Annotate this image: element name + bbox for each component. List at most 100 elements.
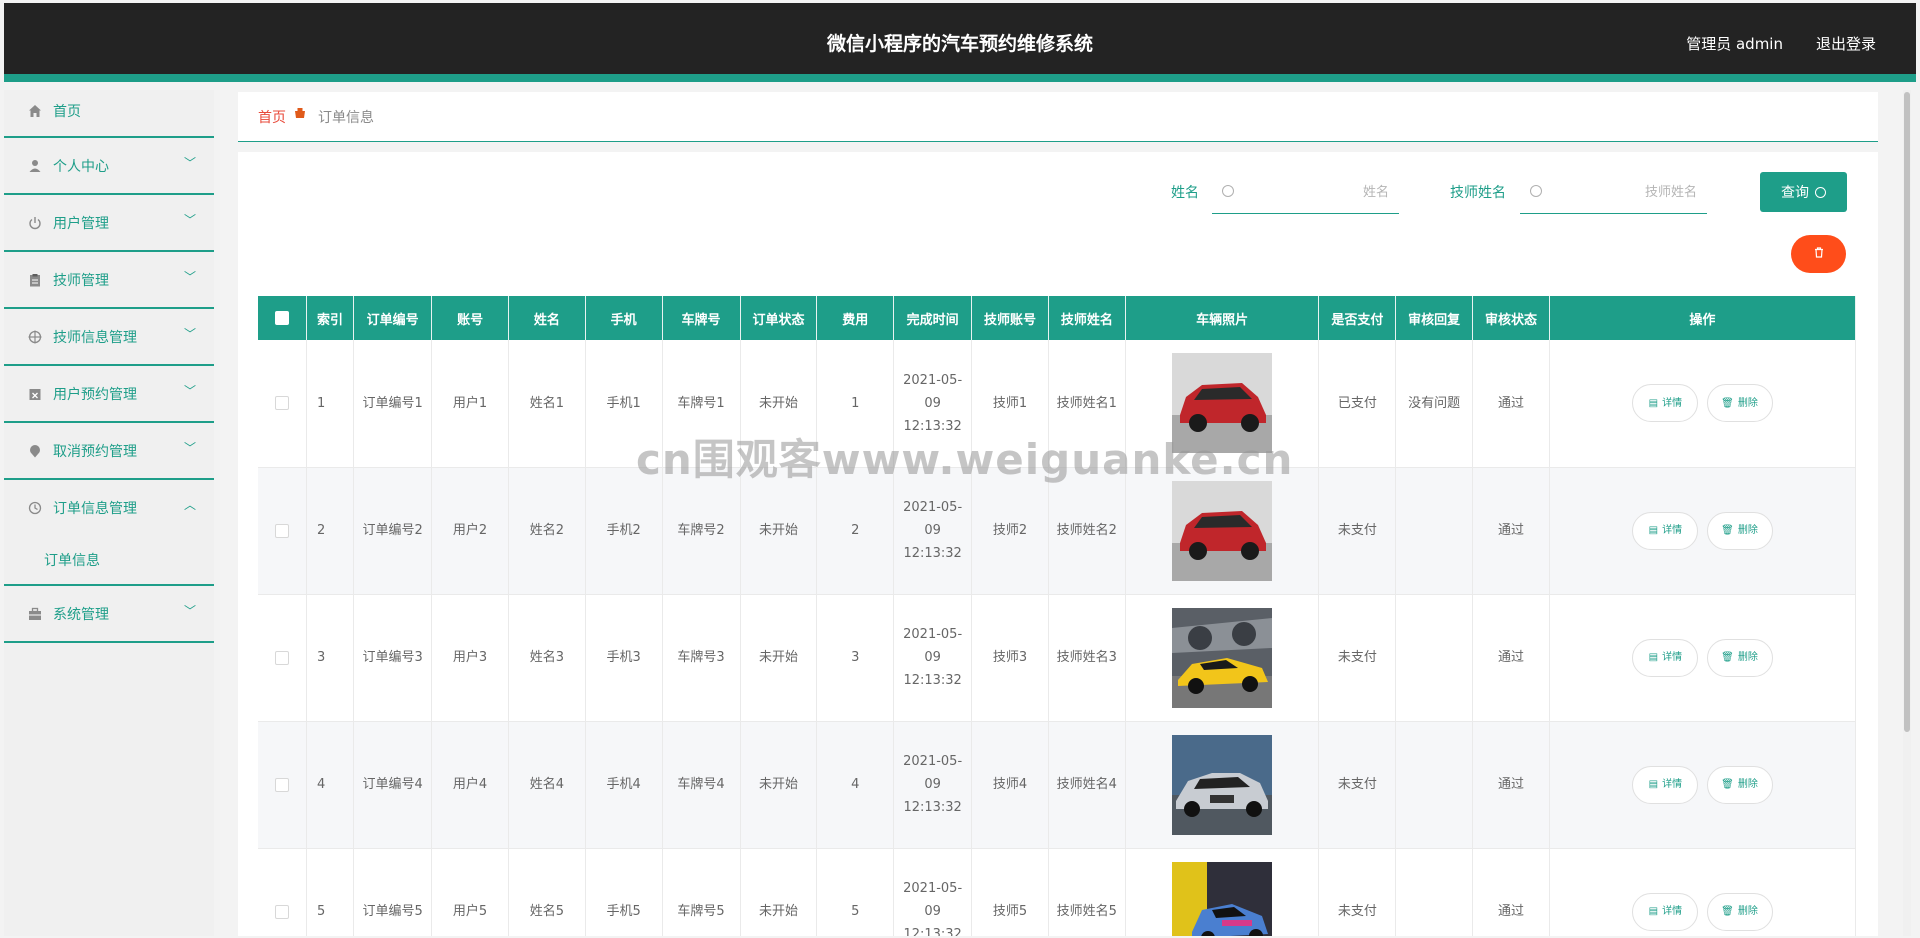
fee-cell: 2 [816,467,895,595]
actions-cell: ▤ 详情 🗑 删除 [1549,594,1857,722]
delete-label: 删除 [1737,779,1758,790]
logout-link[interactable]: 退出登录 [1816,33,1876,54]
column-header: 车牌号 [662,296,741,340]
sidebar-item-technician-info-management[interactable]: 技师信息管理 ﹀ [4,309,214,366]
power-icon [27,215,43,231]
sidebar-item-order-info-management[interactable]: 订单信息管理 ︿ [4,480,214,537]
sidebar-item-label: 个人中心 [53,159,109,175]
vehicle-photo-cell [1125,340,1320,468]
name-cell: 姓名5 [508,848,586,936]
sidebar-item-label: 系统管理 [53,607,109,623]
delete-label: 删除 [1737,652,1758,663]
target-icon [27,329,43,345]
order-number-cell: 订单编号4 [353,721,433,849]
select-all-checkbox[interactable] [274,311,289,325]
name-cell: 姓名4 [508,721,586,849]
delete-button[interactable]: 🗑 删除 [1706,638,1773,677]
phone-cell: 手机4 [585,721,663,849]
row-select-cell[interactable] [258,721,307,849]
row-select-cell[interactable] [258,467,307,595]
sidebar-item-label: 首页 [53,104,81,120]
app-title: 微信小程序的汽车预约维修系统 [826,33,1093,55]
search-icon [1222,185,1234,197]
name-cell: 姓名3 [508,594,586,722]
detail-button[interactable]: ▤ 详情 [1632,765,1699,804]
detail-button[interactable]: ▤ 详情 [1632,892,1699,931]
delete-label: 删除 [1737,906,1758,917]
row-checkbox[interactable] [274,396,289,411]
account-cell: 用户5 [431,848,509,936]
delete-button[interactable]: 🗑 删除 [1706,384,1773,423]
breadcrumb-home-link[interactable]: 首页 [258,107,286,127]
detail-button[interactable]: ▤ 详情 [1632,511,1699,550]
sidebar-item-label: 用户预约管理 [53,387,137,403]
completion-time-cell: 2021-05-09 12:13:32 [893,340,973,468]
chevron-down-icon: ﹀ [183,441,196,455]
vehicle-photo-cell [1125,721,1320,849]
review-reply-cell: 没有问题 [1395,340,1474,468]
sidebar-item-personal-center[interactable]: 个人中心 ﹀ [4,138,214,195]
completion-time-cell: 2021-05-09 12:13:32 [893,721,973,849]
top-header: 微信小程序的汽车预约维修系统 管理员 admin 退出登录 [4,3,1916,82]
chevron-down-icon: ﹀ [183,213,196,227]
page-scrollbar[interactable] [1903,90,1911,936]
chevron-up-icon: ︿ [183,498,196,512]
detail-button[interactable]: ▤ 详情 [1632,384,1699,423]
technician-search-input[interactable] [1550,182,1697,202]
column-header: 技师姓名 [1048,296,1126,340]
sidebar-item-home[interactable]: 首页 [4,90,214,138]
row-checkbox[interactable] [274,777,289,792]
bulk-delete-button[interactable] [1791,235,1846,273]
delete-button[interactable]: 🗑 删除 [1706,765,1773,804]
column-header: 手机 [585,296,663,340]
query-button[interactable]: 查询 [1760,172,1847,212]
row-checkbox[interactable] [274,904,289,919]
technician-search-label: 技师姓名 [1450,185,1506,201]
delete-button[interactable]: 🗑 删除 [1706,892,1773,931]
sidebar-item-user-management[interactable]: 用户管理 ﹀ [4,195,214,252]
order-status-cell: 未开始 [740,340,818,468]
sidebar-item-cancel-reservation-management[interactable]: 取消预约管理 ﹀ [4,423,214,480]
review-status-cell: 通过 [1472,340,1550,468]
scrollbar-thumb[interactable] [1904,92,1910,732]
chevron-down-icon: ﹀ [183,384,196,398]
location-icon [27,443,43,459]
document-icon: ▤ [1648,652,1659,663]
order-number-cell: 订单编号1 [353,340,433,468]
sidebar-item-system-management[interactable]: 系统管理 ﹀ [4,586,214,643]
column-header: 索引 [306,296,355,340]
row-checkbox[interactable] [274,650,289,665]
vehicle-photo-cell [1125,467,1320,595]
sidebar: 首页 个人中心 ﹀ 用户管理 ﹀ 技师管理 ﹀ 技师信息管理 ﹀ 用户预约管理 … [4,90,214,936]
clipboard-icon [27,272,43,288]
sidebar-item-technician-management[interactable]: 技师管理 ﹀ [4,252,214,309]
review-reply-cell [1395,467,1474,595]
account-cell: 用户2 [431,467,509,595]
paid-status-cell: 已支付 [1318,340,1397,468]
row-select-cell[interactable] [258,340,307,468]
detail-label: 详情 [1662,906,1683,917]
actions-cell: ▤ 详情 🗑 删除 [1549,467,1857,595]
index-cell: 2 [306,467,355,595]
briefcase-icon [27,606,43,622]
select-all-header[interactable] [258,296,307,340]
name-search-field[interactable] [1212,172,1399,214]
name-cell: 姓名1 [508,340,586,468]
index-cell: 3 [306,594,355,722]
fee-cell: 4 [816,721,895,849]
row-checkbox[interactable] [274,523,289,538]
name-search-input[interactable] [1242,182,1389,202]
technician-search-field[interactable] [1520,172,1707,214]
delete-button[interactable]: 🗑 删除 [1706,511,1773,550]
sidebar-item-user-reservation-management[interactable]: 用户预约管理 ﹀ [4,366,214,423]
column-header: 订单状态 [740,296,818,340]
paid-status-cell: 未支付 [1318,467,1397,595]
column-header: 技师账号 [971,296,1049,340]
row-select-cell[interactable] [258,848,307,936]
account-cell: 用户1 [431,340,509,468]
submenu-item-order-info[interactable]: 订单信息 [44,550,100,570]
query-button-label: 查询 [1781,185,1809,201]
detail-label: 详情 [1662,525,1683,536]
row-select-cell[interactable] [258,594,307,722]
detail-button[interactable]: ▤ 详情 [1632,638,1699,677]
